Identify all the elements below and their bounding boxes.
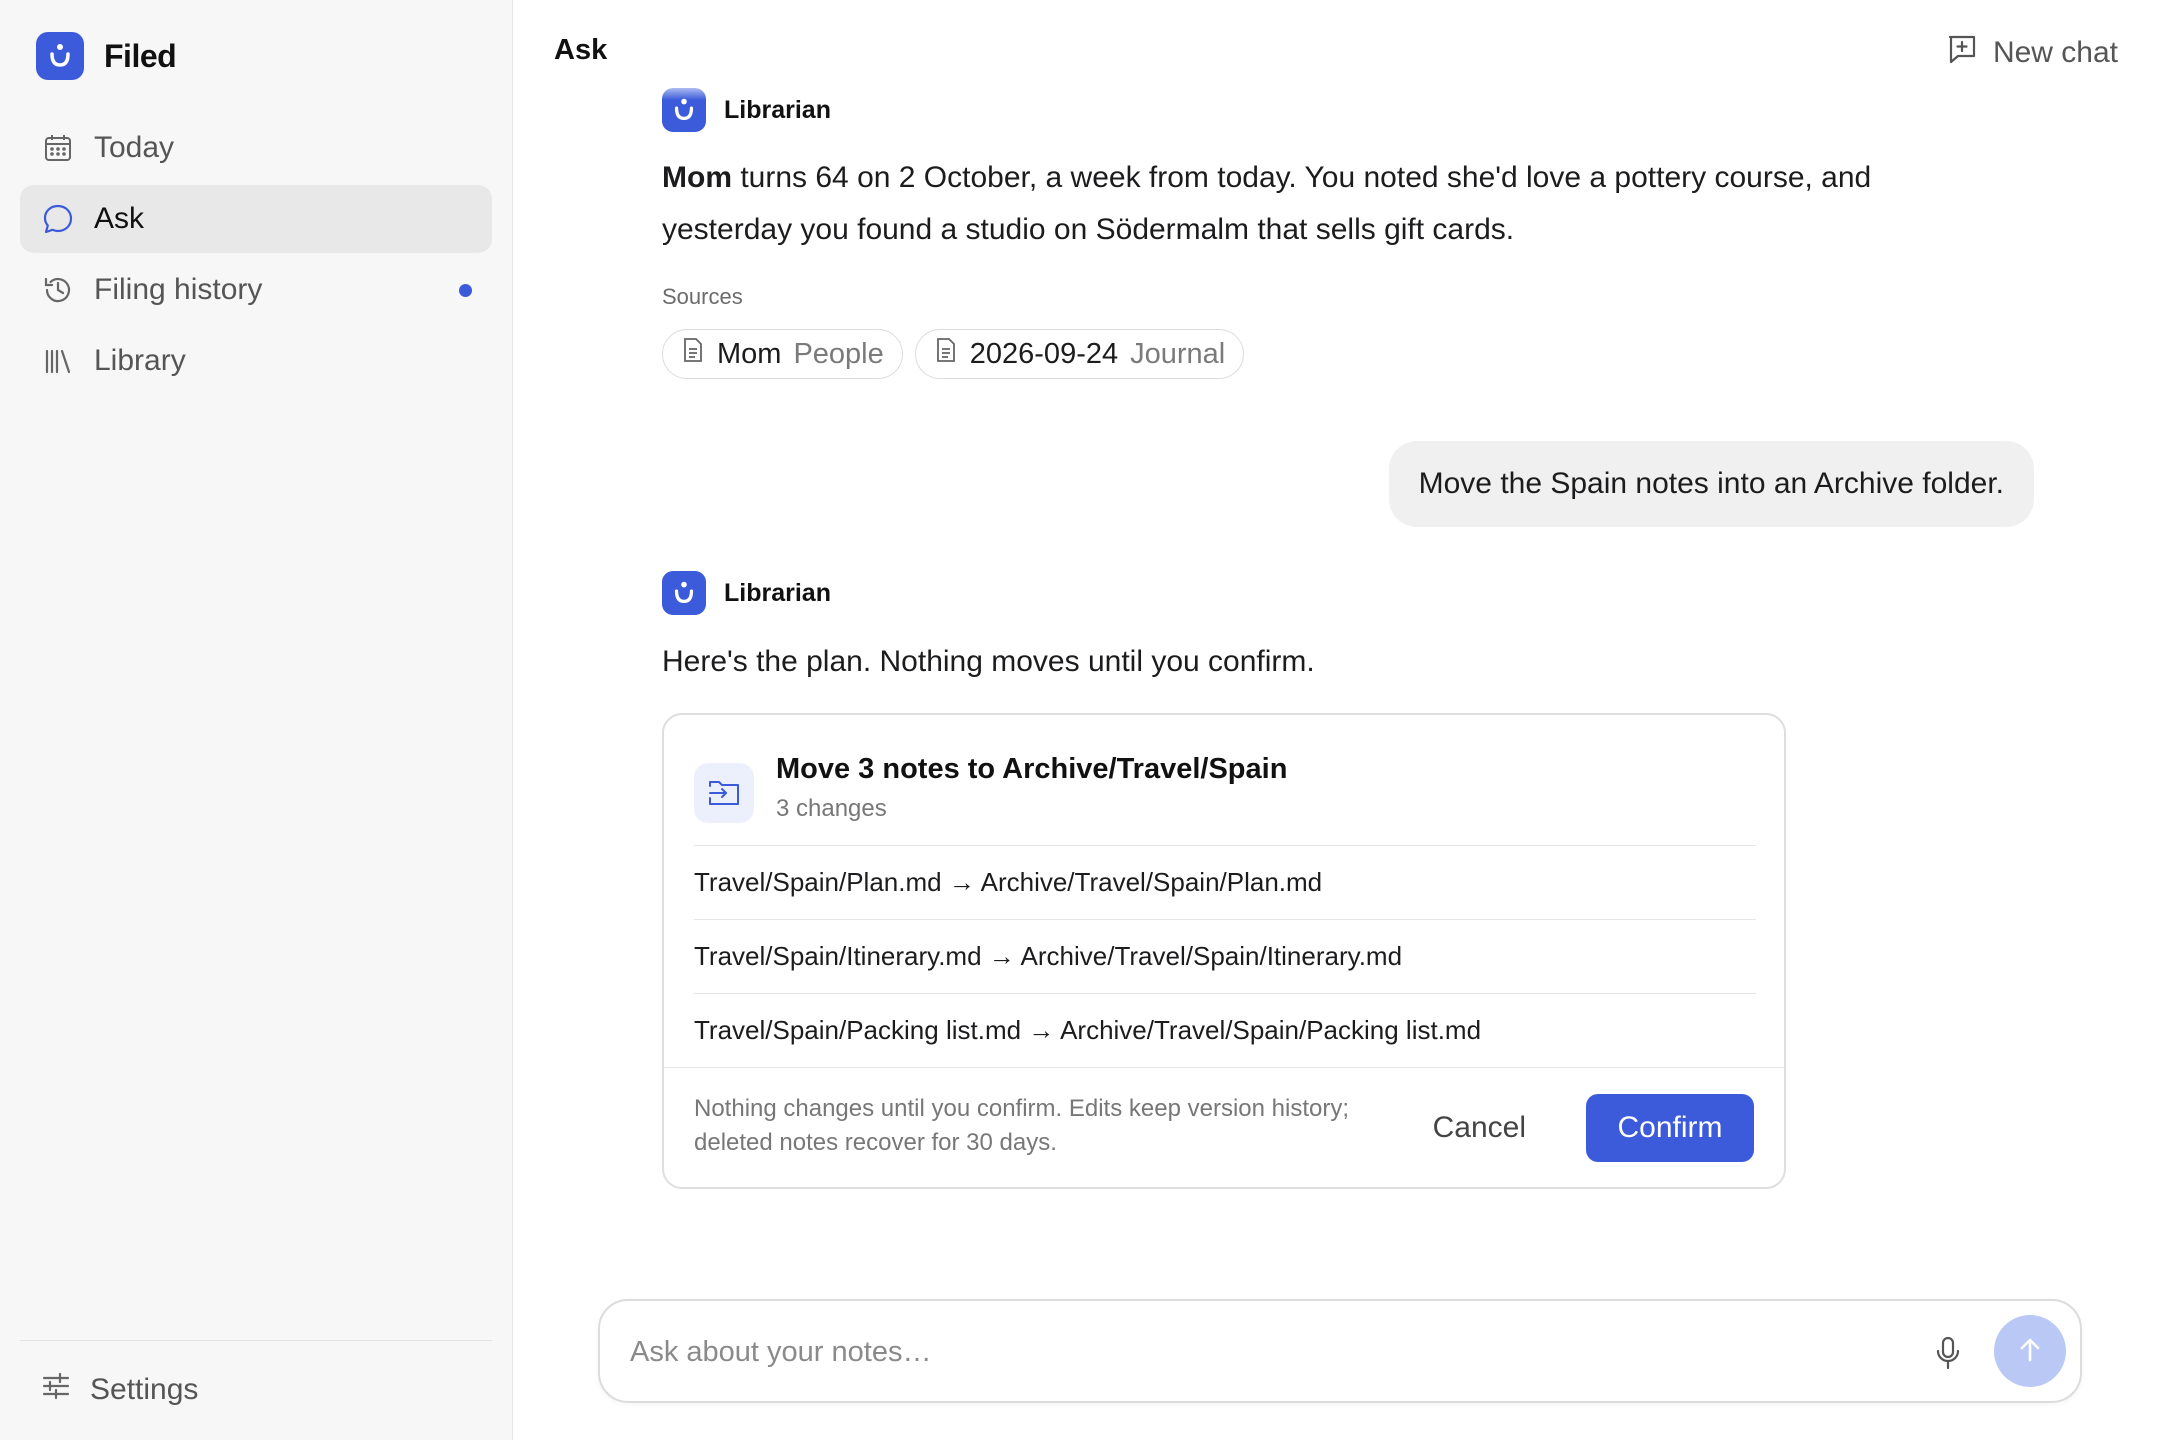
sidebar-item-ask[interactable]: Ask (20, 185, 492, 253)
source-type: Journal (1130, 337, 1226, 370)
plan-title: Move 3 notes to Archive/Travel/Spain (776, 753, 1288, 785)
page-title: Ask (554, 34, 608, 66)
sidebar-divider (20, 1340, 492, 1341)
app-logo-icon (36, 32, 84, 80)
plan-change-row: Travel/Spain/Packing list.md → Archive/T… (694, 993, 1756, 1067)
sidebar-item-filing-history[interactable]: Filing history (20, 256, 492, 324)
document-icon (681, 337, 705, 371)
plan-change-count: 3 changes (776, 795, 887, 822)
librarian-avatar-icon (662, 571, 706, 615)
composer (598, 1299, 2082, 1403)
plan-change-row: Travel/Spain/Plan.md → Archive/Travel/Sp… (694, 845, 1756, 919)
sources-list: Mom People 2026-09-24 Journal (662, 329, 1245, 379)
ask-input[interactable] (630, 1329, 1830, 1375)
sidebar-item-label: Ask (94, 202, 145, 235)
source-title: 2026-09-24 (969, 337, 1119, 370)
source-type: People (793, 337, 884, 370)
source-chip[interactable]: Mom People (662, 329, 903, 379)
sidebar: Filed Today Ask Filing history Library S… (0, 0, 513, 1440)
chat-bubble-icon (40, 201, 76, 237)
source-chip[interactable]: 2026-09-24 Journal (914, 329, 1245, 379)
plan-safety-note: Nothing changes until you confirm. Edits… (694, 1095, 1349, 1156)
send-button[interactable] (1994, 1315, 2066, 1387)
plan-footer: Nothing changes until you confirm. Edits… (664, 1067, 1784, 1187)
cancel-button[interactable]: Cancel (1415, 1094, 1544, 1162)
arrow-up-icon (2015, 1335, 2045, 1368)
new-chat-button[interactable]: New chat (1945, 32, 2118, 74)
main-panel: Ask New chat Librarian Mom turns 64 on 2… (514, 0, 2160, 1440)
plan-changes-list: Travel/Spain/Plan.md → Archive/Travel/Sp… (694, 845, 1756, 1067)
app-name: Filed (104, 37, 177, 74)
plan-change-row: Travel/Spain/Itinerary.md → Archive/Trav… (694, 919, 1756, 993)
source-title: Mom (717, 337, 782, 370)
new-chat-label: New chat (1992, 36, 2118, 69)
user-message: Move the Spain notes into an Archive fol… (1388, 441, 2034, 527)
plan-header: Move 3 notes to Archive/Travel/Spain 3 c… (694, 749, 1287, 823)
confirm-button[interactable]: Confirm (1586, 1094, 1754, 1162)
sidebar-nav: Today Ask Filing history Library (20, 114, 492, 398)
scroll-fade (654, 66, 1054, 100)
unread-dot (459, 284, 472, 297)
agent-header: Librarian (662, 571, 831, 615)
microphone-icon[interactable] (1928, 1331, 1968, 1375)
calendar-icon (40, 130, 76, 166)
agent-message-text: turns 64 on 2 October, a week from today… (662, 161, 1872, 246)
move-folder-icon (694, 763, 754, 823)
settings-button[interactable]: Settings (40, 1370, 198, 1410)
agent-message: Mom turns 64 on 2 October, a week from t… (662, 152, 2002, 256)
sidebar-item-label: Today (94, 131, 175, 164)
agent-name: Librarian (724, 578, 831, 607)
sliders-icon (40, 1370, 72, 1410)
sidebar-item-today[interactable]: Today (20, 114, 492, 182)
new-chat-icon (1945, 32, 1979, 74)
library-icon (40, 343, 76, 379)
settings-label: Settings (90, 1373, 199, 1406)
sidebar-item-label: Library (94, 344, 186, 377)
sidebar-item-library[interactable]: Library (20, 327, 492, 395)
sidebar-item-label: Filing history (94, 273, 263, 306)
agent-message: Here's the plan. Nothing moves until you… (662, 645, 1315, 678)
brand[interactable]: Filed (36, 32, 177, 80)
sources-label: Sources (662, 284, 743, 309)
person-name: Mom (662, 161, 732, 194)
plan-card: Move 3 notes to Archive/Travel/Spain 3 c… (662, 713, 1786, 1189)
history-icon (40, 272, 76, 308)
document-icon (934, 337, 958, 371)
